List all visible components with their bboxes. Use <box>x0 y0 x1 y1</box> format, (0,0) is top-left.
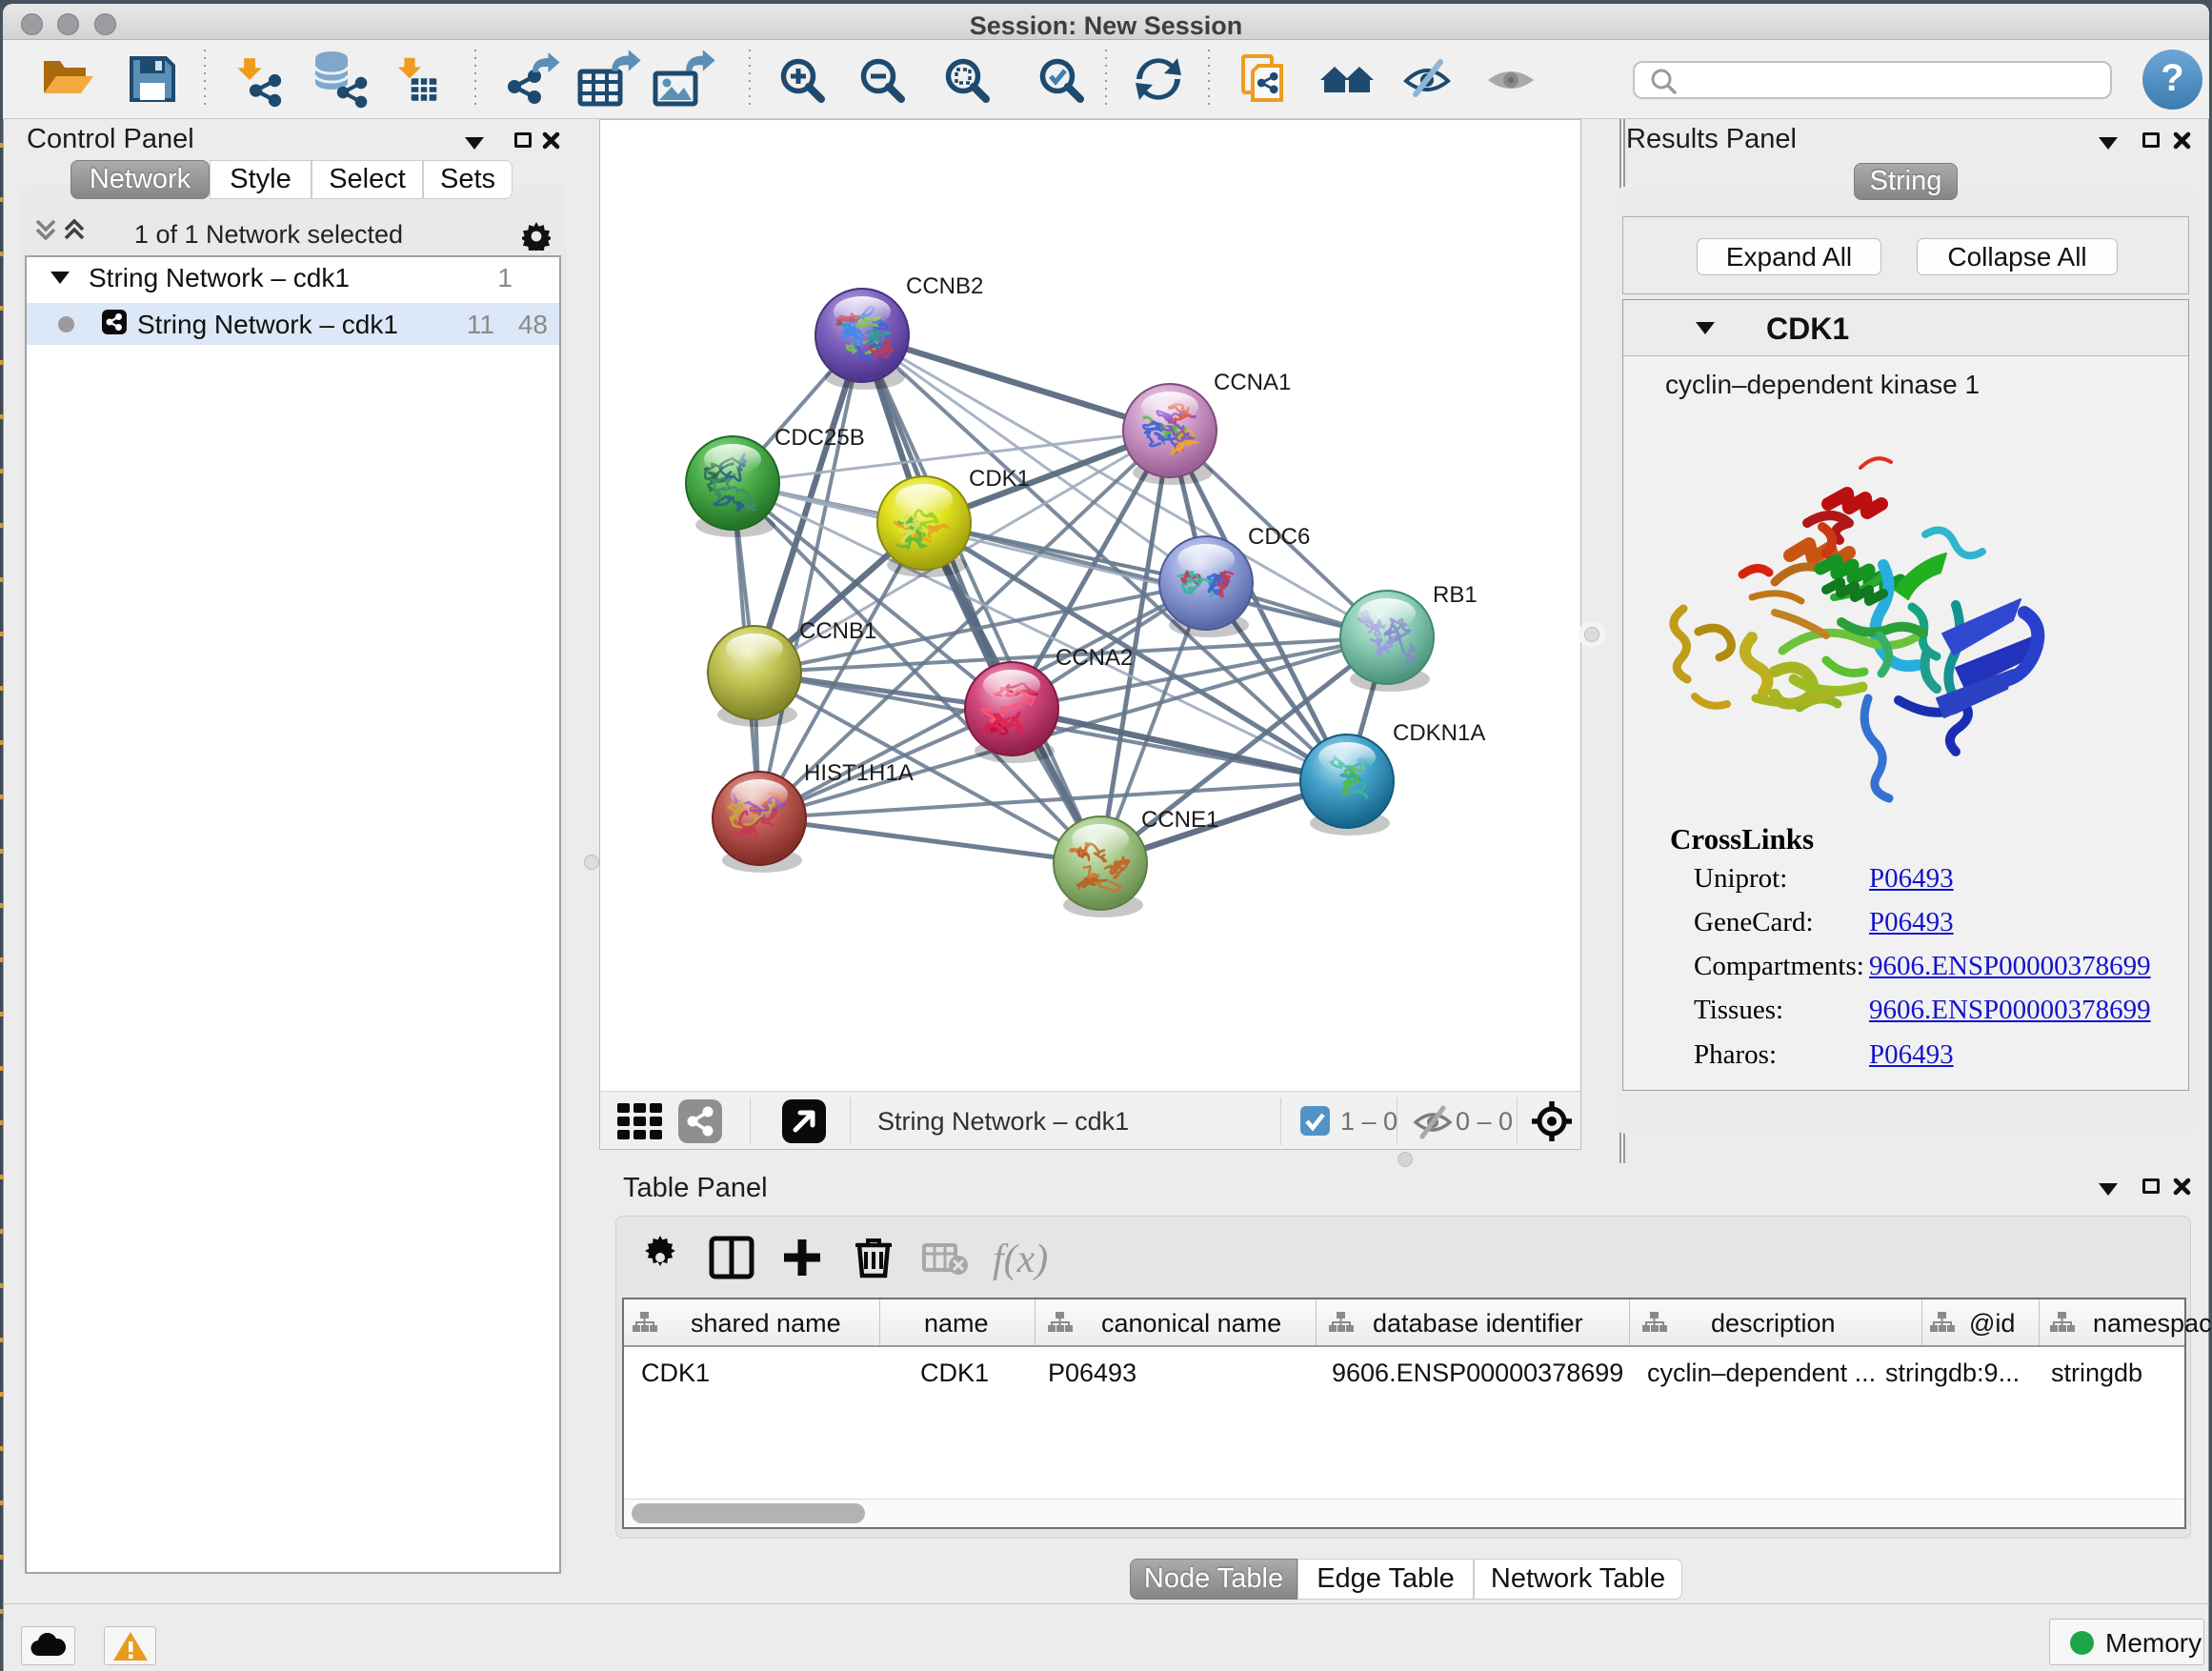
svg-text:CCNA2: CCNA2 <box>1056 645 1133 671</box>
svg-text:f(x): f(x) <box>993 1238 1048 1281</box>
svg-text:CDC6: CDC6 <box>1248 524 1310 550</box>
svg-text:CCNB2: CCNB2 <box>906 273 983 299</box>
svg-text:RB1: RB1 <box>1433 582 1478 608</box>
svg-text:CCNA1: CCNA1 <box>1214 370 1291 395</box>
svg-text:CDC25B: CDC25B <box>774 425 865 451</box>
svg-text:CCNE1: CCNE1 <box>1141 807 1218 833</box>
svg-text:CCNB1: CCNB1 <box>799 618 876 644</box>
svg-text:CDK1: CDK1 <box>969 466 1030 492</box>
svg-text:HIST1H1A: HIST1H1A <box>804 760 914 786</box>
svg-text:CDKN1A: CDKN1A <box>1393 720 1485 746</box>
